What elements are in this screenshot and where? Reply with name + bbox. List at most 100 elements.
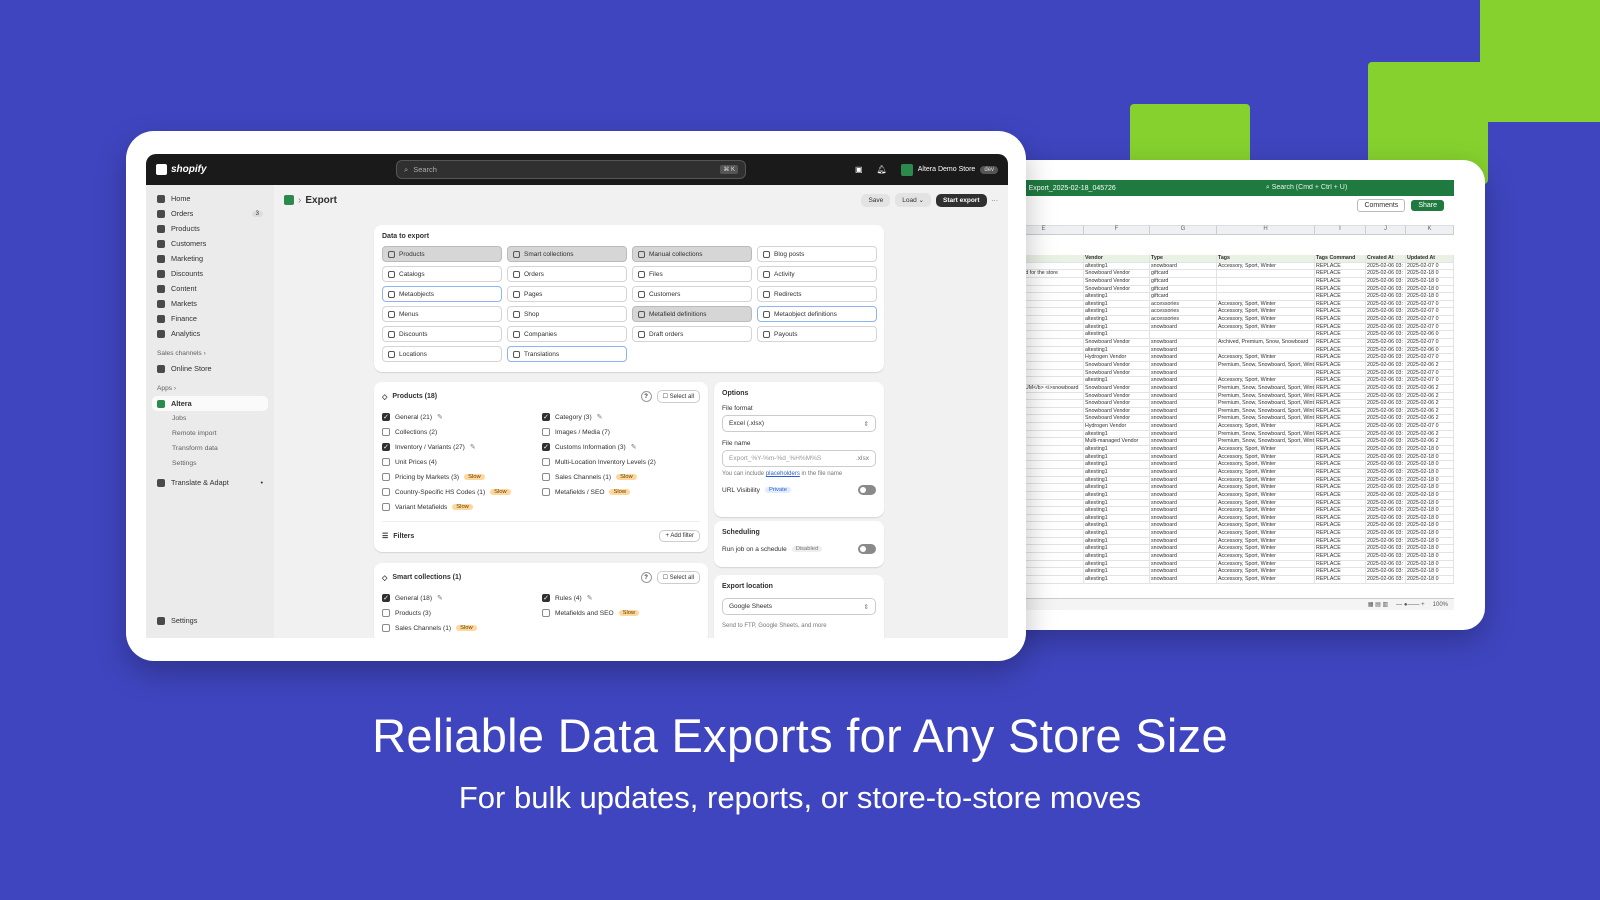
table-cell[interactable]: 2025-02-06 03: [1366, 361, 1406, 369]
table-cell[interactable]: altesting1 [1084, 316, 1150, 323]
table-cell[interactable]: snowboard [1150, 491, 1217, 499]
table-cell[interactable]: Snowboard Vendor [1084, 369, 1150, 377]
table-cell[interactable]: altesting1 [1084, 560, 1150, 568]
table-cell[interactable]: 2025-02-06 03: [1366, 392, 1406, 400]
table-cell[interactable]: 2025-02-18 0 [1406, 522, 1454, 530]
field-option[interactable]: Variant Metafields Slow [382, 501, 542, 513]
table-cell[interactable]: 2025-02-07 0 [1406, 369, 1454, 377]
table-cell[interactable]: REPLACE [1315, 262, 1366, 270]
table-cell[interactable]: snowboard [1150, 339, 1217, 346]
checkbox[interactable]: ✓ [382, 594, 390, 602]
table-cell[interactable]: 2025-02-06 03: [1366, 423, 1406, 430]
table-cell[interactable]: 2025-02-06 03: [1366, 369, 1406, 377]
table-cell[interactable]: REPLACE [1315, 438, 1366, 446]
table-cell[interactable]: altesting1 [1084, 293, 1150, 300]
comments-button[interactable]: Comments [1357, 198, 1406, 212]
table-cell[interactable]: 2025-02-18 0 [1406, 575, 1454, 583]
table-cell[interactable]: Accessory, Sport, Winter [1217, 499, 1315, 507]
table-cell[interactable]: Accessory, Sport, Winter [1217, 530, 1315, 537]
column-letter[interactable]: J [1366, 226, 1406, 234]
table-cell[interactable]: Accessory, Sport, Winter [1217, 453, 1315, 461]
table-cell[interactable]: 2025-02-07 0 [1406, 316, 1454, 323]
table-cell[interactable]: Accessory, Sport, Winter [1217, 300, 1315, 308]
table-cell[interactable]: REPLACE [1315, 575, 1366, 583]
table-cell[interactable]: 2025-02-06 03: [1366, 270, 1406, 277]
table-cell[interactable]: snowboard [1150, 514, 1217, 522]
table-cell[interactable]: REPLACE [1315, 293, 1366, 300]
tile-blog-posts[interactable]: Blog posts [757, 246, 877, 262]
table-cell[interactable]: snowboard [1150, 552, 1217, 560]
field-option[interactable]: Sales Channels (1) Slow [542, 471, 702, 483]
table-cell[interactable] [1150, 331, 1217, 339]
table-cell[interactable]: 2025-02-06 03: [1366, 323, 1406, 331]
table-cell[interactable]: Accessory, Sport, Winter [1217, 522, 1315, 530]
field-option[interactable] [542, 501, 702, 513]
table-cell[interactable]: snowboard [1150, 522, 1217, 530]
store-icon[interactable]: ▣ [855, 165, 863, 174]
table-cell[interactable]: 2025-02-18 0 [1406, 461, 1454, 468]
table-cell[interactable]: snowboard [1150, 262, 1217, 270]
table-cell[interactable]: giftcard [1150, 277, 1217, 285]
checkbox[interactable] [382, 428, 390, 436]
tile-files[interactable]: Files [632, 266, 752, 282]
table-cell[interactable]: Accessory, Sport, Winter [1217, 308, 1315, 316]
table-cell[interactable]: 2025-02-06 03: [1366, 400, 1406, 407]
more-actions-button[interactable]: ··· [992, 197, 999, 204]
table-cell[interactable]: snowboard [1150, 430, 1217, 438]
table-cell[interactable]: 2025-02-18 0 [1406, 476, 1454, 484]
table-cell[interactable]: Snowboard Vendor [1084, 277, 1150, 285]
table-cell[interactable]: REPLACE [1315, 545, 1366, 552]
table-cell[interactable] [1217, 346, 1315, 354]
table-cell[interactable]: Snowboard Vendor [1084, 400, 1150, 407]
table-cell[interactable]: 2025-02-06 03: [1366, 293, 1406, 300]
table-cell[interactable]: snowboard [1150, 377, 1217, 384]
tile-draft-orders[interactable]: Draft orders [632, 326, 752, 342]
tile-redirects[interactable]: Redirects [757, 286, 877, 302]
field-option[interactable] [542, 622, 702, 634]
field-option[interactable]: Collections (2) [382, 426, 542, 438]
table-cell[interactable]: 2025-02-06 03: [1366, 530, 1406, 537]
table-cell[interactable]: altesting1 [1084, 331, 1150, 339]
formula-bar[interactable] [1004, 214, 1454, 226]
tile-orders[interactable]: Orders [507, 266, 627, 282]
help-icon[interactable]: ? [640, 391, 652, 402]
subnav-item[interactable]: Jobs [152, 411, 268, 426]
table-cell[interactable]: 2025-02-06 03: [1366, 277, 1406, 285]
table-cell[interactable]: 2025-02-06 2 [1406, 438, 1454, 446]
table-cell[interactable]: 2025-02-06 03: [1366, 522, 1406, 530]
table-cell[interactable]: 2025-02-06 03: [1366, 461, 1406, 468]
table-cell[interactable]: 2025-02-18 0 [1406, 514, 1454, 522]
subnav-item[interactable]: Settings [152, 456, 268, 471]
table-cell[interactable]: Accessory, Sport, Winter [1217, 316, 1315, 323]
checkbox[interactable] [382, 503, 390, 511]
start-export-button[interactable]: Start export [936, 193, 987, 207]
table-cell[interactable]: REPLACE [1315, 476, 1366, 484]
table-cell[interactable]: snowboard [1150, 484, 1217, 491]
table-cell[interactable]: 2025-02-07 0 [1406, 339, 1454, 346]
table-cell[interactable]: 2025-02-18 0 [1406, 537, 1454, 545]
table-cell[interactable]: 2025-02-06 03: [1366, 377, 1406, 384]
table-cell[interactable]: 2025-02-06 0 [1406, 331, 1454, 339]
table-cell[interactable]: 2025-02-18 0 [1406, 453, 1454, 461]
subnav-item[interactable]: Remote import [152, 426, 268, 441]
table-cell[interactable]: snowboard [1150, 537, 1217, 545]
table-cell[interactable]: snowboard [1150, 346, 1217, 354]
table-cell[interactable]: Snowboard Vendor [1084, 384, 1150, 392]
file-name-input[interactable]: Export_%Y-%m-%d_%H%M%S .xlsx [722, 450, 876, 467]
share-button[interactable]: Share [1411, 199, 1444, 211]
tile-translations[interactable]: Translations [507, 346, 627, 362]
url-visibility-toggle[interactable] [858, 485, 876, 495]
table-cell[interactable]: REPLACE [1315, 568, 1366, 575]
checkbox[interactable]: ✓ [542, 443, 550, 451]
table-cell[interactable]: 2025-02-18 0 [1406, 568, 1454, 575]
tile-smart-collections[interactable]: Smart collections [507, 246, 627, 262]
table-cell[interactable]: 2025-02-06 03: [1366, 339, 1406, 346]
field-option[interactable]: Metafields / SEO Slow [542, 486, 702, 498]
table-cell[interactable]: 2025-02-06 2 [1406, 407, 1454, 415]
save-button[interactable]: Save [861, 193, 891, 207]
sales-channels-heading[interactable]: Sales channels › [152, 345, 268, 361]
checkbox[interactable] [542, 428, 550, 436]
column-letter[interactable]: G [1150, 226, 1217, 234]
tile-manual-collections[interactable]: Manual collections [632, 246, 752, 262]
nav-online-store[interactable]: Online Store [152, 361, 268, 376]
